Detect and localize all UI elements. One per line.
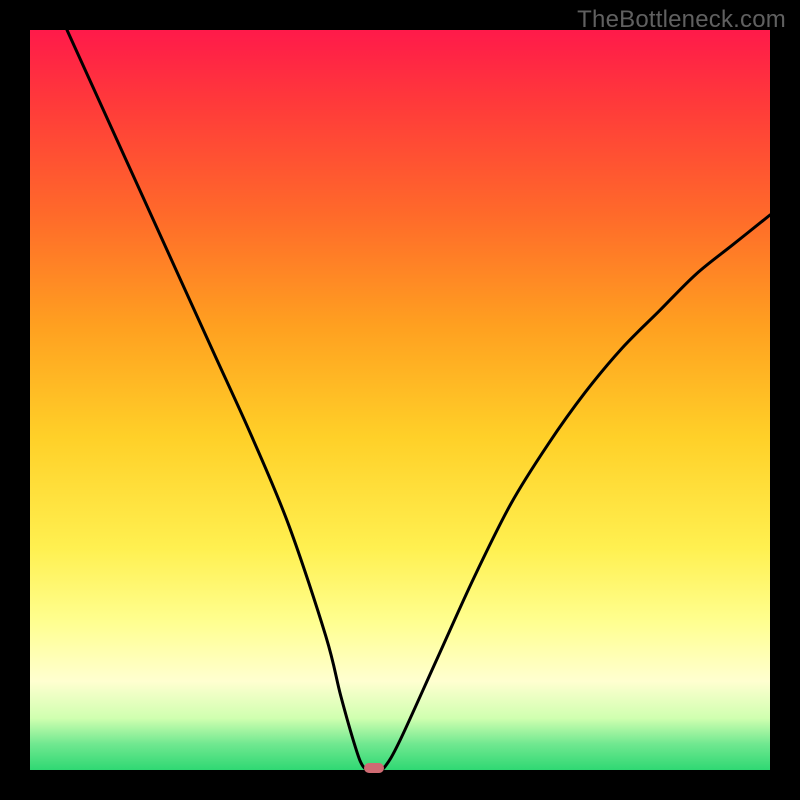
plot-area [30, 30, 770, 770]
optimum-marker [364, 763, 384, 773]
curve-svg [30, 30, 770, 770]
chart-frame: TheBottleneck.com [0, 0, 800, 800]
bottleneck-curve-path [67, 30, 770, 770]
